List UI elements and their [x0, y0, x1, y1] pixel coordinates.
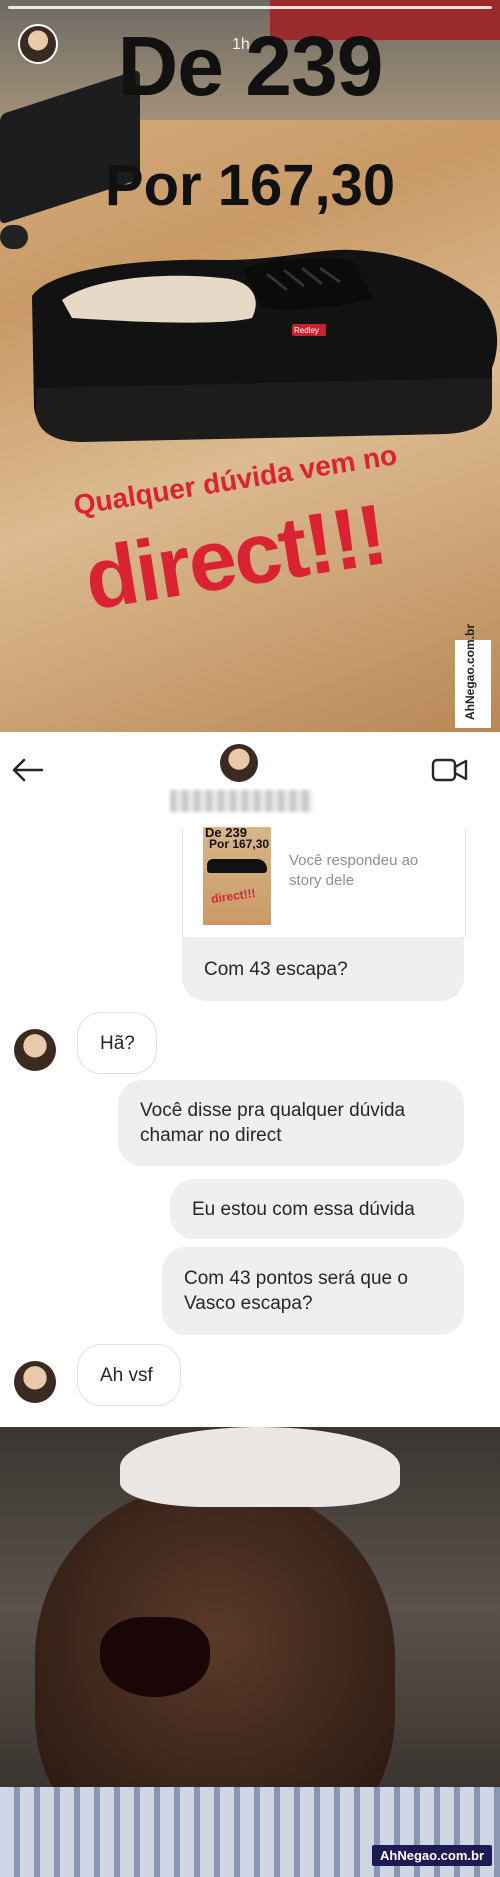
meme-hat: [120, 1427, 400, 1507]
thumb-price-new: Por 167,30: [209, 837, 270, 851]
header-avatar[interactable]: [220, 744, 258, 782]
side-watermark: AhNegao.com.br: [455, 624, 491, 728]
reaction-meme-image: AhNegao.com.br: [0, 1427, 500, 1877]
chat-avatar[interactable]: [14, 1029, 56, 1071]
message-bubble-sent[interactable]: Com 43 pontos será que o Vasco escapa?: [162, 1247, 464, 1335]
meme-mouth: [100, 1617, 210, 1697]
chat-thread: De 239 Por 167,30 direct!!! Você respond…: [0, 827, 500, 1427]
message-bubble-sent[interactable]: Eu estou com essa dúvida: [170, 1179, 464, 1239]
video-camera-icon[interactable]: [430, 752, 470, 788]
story-image: 1h De 239 Por 167,30 Redley Qualquer dúv…: [0, 0, 500, 732]
message-bubble-sent[interactable]: Com 43 escapa?: [182, 937, 464, 1001]
story-reply-note: Você respondeu ao story dele: [289, 852, 419, 889]
story-thumbnail[interactable]: De 239 Por 167,30 direct!!!: [203, 827, 271, 925]
shoe-brand-label: Redley: [294, 326, 319, 335]
chat-avatar[interactable]: [14, 1361, 56, 1403]
price-old: De 239: [117, 19, 384, 113]
side-watermark-text: AhNegao.com.br: [463, 623, 477, 720]
price-new: Por 167,30: [104, 153, 396, 218]
header-username[interactable]: ████████████: [170, 790, 312, 812]
message-bubble-received[interactable]: Hã?: [77, 1012, 157, 1074]
shoe-image: Redley: [32, 249, 498, 442]
arrow-left-icon[interactable]: [8, 750, 48, 790]
thumb-direct-text: direct!!!: [210, 885, 257, 907]
dm-header: ████████████: [0, 732, 480, 828]
meme-watermark: AhNegao.com.br: [372, 1845, 493, 1866]
message-bubble-sent[interactable]: Você disse pra qualquer dúvida chamar no…: [118, 1080, 464, 1166]
thumb-shoe: [207, 859, 267, 873]
message-bubble-received[interactable]: Ah vsf: [77, 1344, 181, 1406]
story-reply-card[interactable]: De 239 Por 167,30 direct!!! Você respond…: [182, 827, 466, 938]
story-progress-bar: [8, 6, 492, 9]
